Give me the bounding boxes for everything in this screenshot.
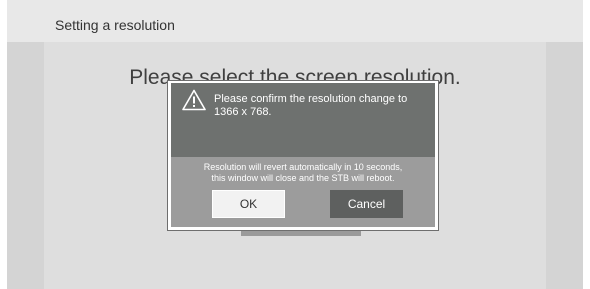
dialog-message-line: 1366 x 768. xyxy=(214,106,272,118)
dialog-note: Resolution will revert automatically in … xyxy=(171,162,435,184)
warning-icon xyxy=(182,89,206,111)
page-title: Setting a resolution xyxy=(55,17,175,33)
cancel-button[interactable]: Cancel xyxy=(330,190,403,218)
dialog-header: Please confirm the resolution change to … xyxy=(171,83,435,157)
tv-stand-graphic xyxy=(241,231,361,236)
tv-screen: Setting a resolution Please select the s… xyxy=(7,0,583,289)
dialog-message-line: Please confirm the resolution change to xyxy=(214,93,408,105)
confirm-dialog: Please confirm the resolution change to … xyxy=(171,83,435,227)
dialog-message: Please confirm the resolution change to … xyxy=(214,93,424,119)
dialog-note-line: Resolution will revert automatically in … xyxy=(203,162,403,172)
ok-button[interactable]: OK xyxy=(212,190,285,218)
left-margin-band xyxy=(7,0,44,289)
dialog-note-line: this window will close and the STB will … xyxy=(211,173,395,183)
header-bar: Setting a resolution xyxy=(7,0,583,42)
right-margin-band xyxy=(546,0,583,289)
